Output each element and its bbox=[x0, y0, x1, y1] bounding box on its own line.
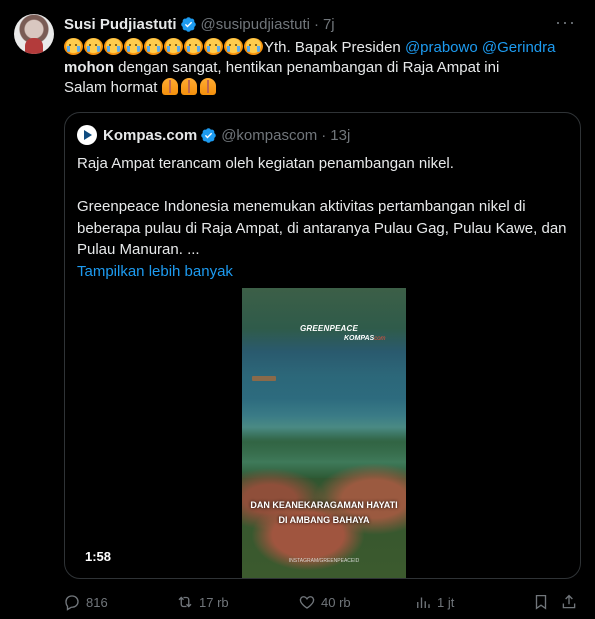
tweet-closing: Salam hormat bbox=[64, 79, 158, 96]
video-duration: 1:58 bbox=[85, 549, 112, 564]
views-count: 1 jt bbox=[437, 594, 455, 610]
views-chart-icon bbox=[417, 597, 430, 608]
share-button[interactable] bbox=[560, 592, 578, 612]
greenpeace-watermark: GREENPEACE bbox=[300, 324, 359, 333]
quoted-author-handle[interactable]: @kompascom bbox=[221, 127, 317, 144]
tweet-card[interactable]: Susi Pudjiastuti @susipudjiastuti · 7j ·… bbox=[0, 0, 595, 619]
tweet-line-3: Salam hormat bbox=[64, 78, 584, 98]
like-count: 40 rb bbox=[321, 594, 351, 610]
quoted-tweet[interactable]: Kompas.com @kompascom · 13j Raja Ampat t… bbox=[64, 112, 581, 579]
kompas-watermark: KOMPAScom bbox=[344, 335, 386, 342]
bookmark-button[interactable] bbox=[532, 592, 550, 612]
tweet-request-text: dengan sangat, hentikan penambangan di R… bbox=[114, 59, 500, 76]
reply-button[interactable]: 816 bbox=[63, 592, 108, 612]
bookmark-icon bbox=[535, 594, 547, 610]
mention-gerindra[interactable]: @Gerindra bbox=[482, 39, 556, 56]
crying-emoji-row bbox=[64, 38, 264, 56]
crying-face-emoji-icon bbox=[224, 38, 243, 55]
quoted-time[interactable]: 13j bbox=[330, 127, 350, 144]
tweet-body: Yth. Bapak Presiden @prabowo @Gerindra m… bbox=[64, 38, 584, 98]
kompas-watermark-text: KOMPAS bbox=[344, 335, 375, 342]
crying-face-emoji-icon bbox=[144, 38, 163, 55]
pray-emoji-row bbox=[161, 78, 219, 96]
action-bar: 816 17 rb 40 rb 1 jt bbox=[63, 592, 588, 612]
verified-badge-icon bbox=[201, 127, 216, 143]
author-handle[interactable]: @susipudjiastuti bbox=[201, 16, 310, 33]
crying-face-emoji-icon bbox=[244, 38, 263, 55]
reply-count: 816 bbox=[86, 594, 108, 610]
video-caption-line-1: DAN KEANEKARAGAMAN HAYATI bbox=[250, 500, 398, 510]
video-credit: INSTAGRAM/GREENPEACEID bbox=[288, 558, 360, 564]
reply-icon bbox=[65, 595, 79, 611]
crying-face-emoji-icon bbox=[64, 38, 83, 55]
quoted-header: Kompas.com @kompascom · 13j bbox=[77, 125, 350, 145]
heart-icon bbox=[299, 596, 315, 609]
kompas-watermark-suffix: com bbox=[374, 336, 386, 342]
verified-badge-icon bbox=[180, 16, 196, 32]
tweet-greeting: Yth. Bapak Presiden bbox=[264, 39, 401, 56]
video-caption: DAN KEANEKARAGAMAN HAYATI DI AMBANG BAHA… bbox=[242, 498, 406, 528]
quoted-paragraph-1: Raja Ampat terancam oleh kegiatan penamb… bbox=[77, 155, 454, 172]
folded-hands-emoji-icon bbox=[180, 78, 197, 95]
tweet-line-2: mohon dengan sangat, hentikan penambanga… bbox=[64, 58, 584, 78]
folded-hands-emoji-icon bbox=[199, 78, 216, 95]
video-player[interactable]: GREENPEACE KOMPAScom DAN KEANEKARAGAMAN … bbox=[242, 288, 406, 578]
crying-face-emoji-icon bbox=[184, 38, 203, 55]
video-caption-line-2: DI AMBANG BAHAYA bbox=[278, 515, 370, 525]
crying-face-emoji-icon bbox=[84, 38, 103, 55]
mention-prabowo[interactable]: @prabowo bbox=[405, 39, 478, 56]
crying-face-emoji-icon bbox=[164, 38, 183, 55]
crying-face-emoji-icon bbox=[204, 38, 223, 55]
quoted-author-name[interactable]: Kompas.com bbox=[103, 127, 197, 144]
crying-face-emoji-icon bbox=[124, 38, 143, 55]
repost-count: 17 rb bbox=[199, 594, 229, 610]
views-button[interactable]: 1 jt bbox=[414, 592, 454, 612]
tweet-header: Susi Pudjiastuti @susipudjiastuti · 7j ·… bbox=[64, 12, 584, 34]
author-avatar[interactable] bbox=[14, 14, 54, 54]
more-options-icon[interactable]: ··· bbox=[555, 12, 576, 33]
video-barge bbox=[252, 376, 276, 381]
tweet-time[interactable]: 7j bbox=[323, 16, 335, 33]
show-more-link[interactable]: Tampilkan lebih banyak bbox=[77, 261, 567, 283]
dot-separator: · bbox=[313, 15, 319, 33]
kompas-avatar[interactable] bbox=[77, 125, 97, 145]
quoted-paragraph-2: Greenpeace Indonesia menemukan aktivitas… bbox=[77, 198, 567, 258]
dot-separator: · bbox=[321, 126, 327, 144]
quoted-text: Raja Ampat terancam oleh kegiatan penamb… bbox=[77, 153, 567, 282]
repost-button[interactable]: 17 rb bbox=[176, 592, 229, 612]
share-icon bbox=[562, 594, 576, 609]
like-button[interactable]: 40 rb bbox=[298, 592, 351, 612]
crying-face-emoji-icon bbox=[104, 38, 123, 55]
folded-hands-emoji-icon bbox=[161, 78, 178, 95]
author-name[interactable]: Susi Pudjiastuti bbox=[64, 16, 177, 33]
tweet-line-1: Yth. Bapak Presiden @prabowo @Gerindra bbox=[64, 38, 584, 58]
tweet-bold-word: mohon bbox=[64, 59, 114, 76]
repost-icon bbox=[178, 596, 192, 608]
